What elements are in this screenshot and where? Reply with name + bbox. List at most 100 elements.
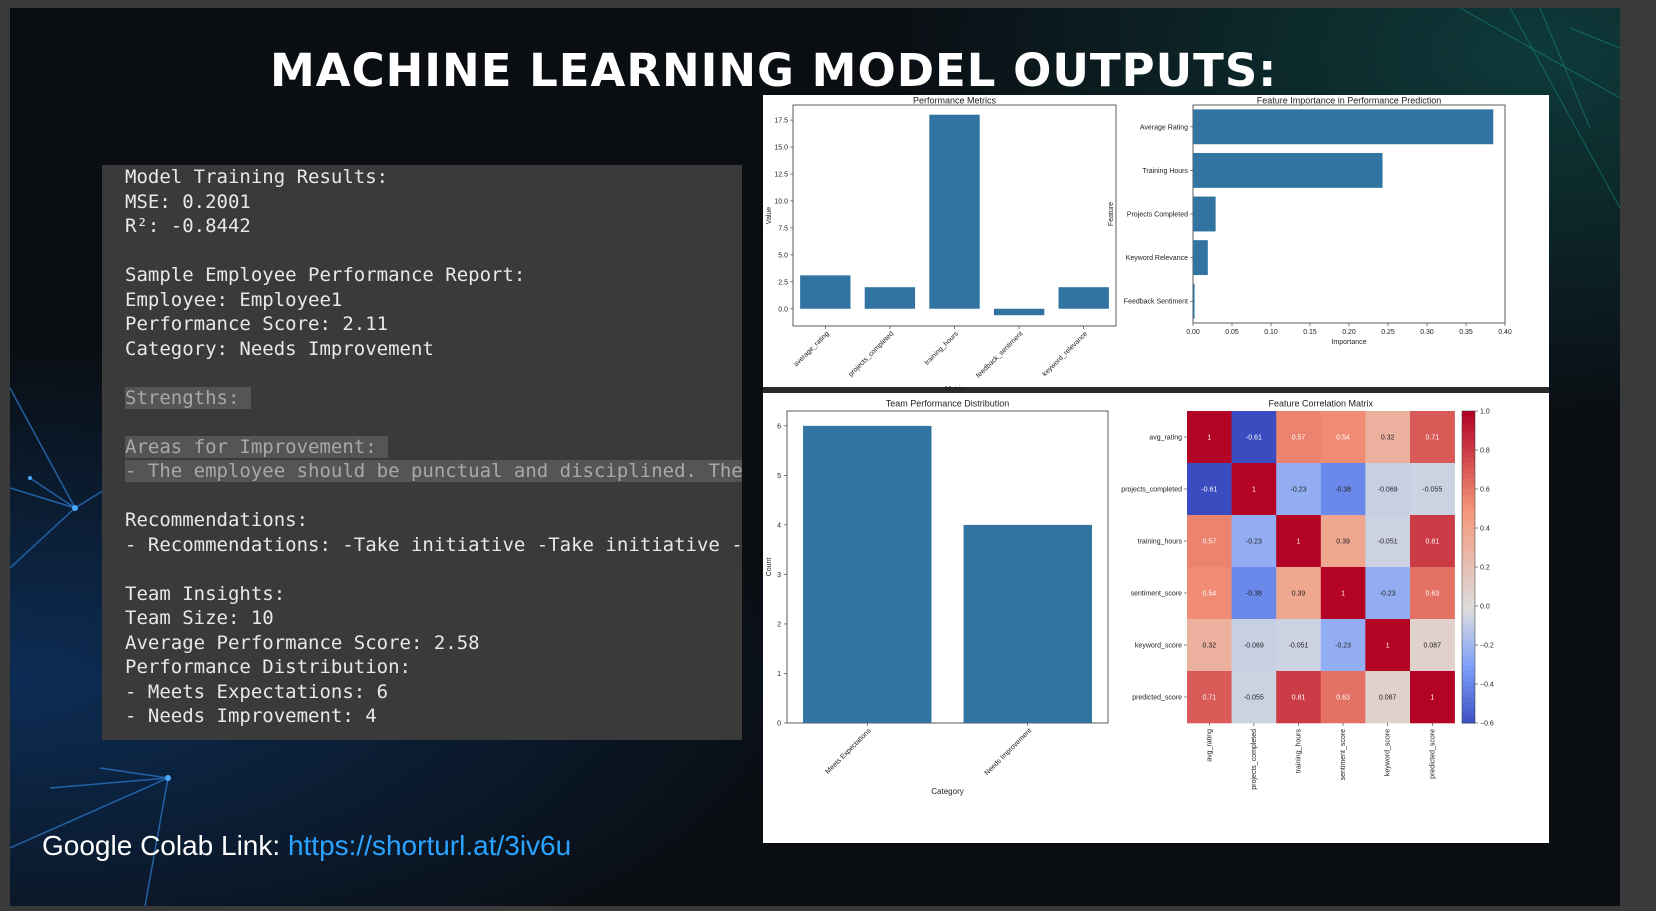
cell-value: 0.32 bbox=[1202, 643, 1216, 650]
colorbar-segment bbox=[1462, 489, 1475, 495]
cell-value: 0.087 bbox=[1379, 695, 1397, 702]
colorbar-segment bbox=[1462, 660, 1475, 667]
colorbar-segment bbox=[1462, 468, 1475, 474]
colorbar-segment bbox=[1462, 525, 1475, 532]
cell-value: -0.38 bbox=[1335, 487, 1351, 494]
cell-value: 0.32 bbox=[1381, 435, 1395, 442]
x-tick-label: 0.40 bbox=[1498, 329, 1512, 336]
console-line: Strengths: bbox=[125, 386, 251, 409]
colorbar-segment bbox=[1462, 551, 1475, 558]
colorbar-segment bbox=[1462, 608, 1475, 615]
colorbar-segment bbox=[1462, 426, 1475, 433]
chart-title: Performance Metrics bbox=[913, 95, 997, 105]
x-axis-label: Category bbox=[931, 787, 963, 796]
y-tick-label: Average Rating bbox=[1140, 124, 1188, 131]
colorbar-segment bbox=[1462, 681, 1475, 688]
y-axis-label: Feature bbox=[1108, 202, 1115, 226]
slide-title: MACHINE LEARNING MODEL OUTPUTS: bbox=[270, 44, 1278, 97]
bar bbox=[1193, 152, 1383, 188]
x-tick-label: sentiment_score bbox=[1340, 729, 1347, 780]
cell-value: -0.051 bbox=[1289, 643, 1309, 650]
x-tick-label: training_hours bbox=[1296, 729, 1303, 774]
colorbar-tick-label: 0.0 bbox=[1480, 604, 1490, 611]
cell-value: 0.71 bbox=[1202, 695, 1216, 702]
colorbar-tick-label: 1.0 bbox=[1480, 409, 1490, 416]
chart-title: Feature Importance in Performance Predic… bbox=[1257, 95, 1442, 105]
x-tick-label: Needs Improvement bbox=[984, 727, 1034, 777]
y-tick-label: sentiment_score bbox=[1131, 591, 1182, 598]
colorbar-segment bbox=[1462, 546, 1475, 552]
y-tick-label: 3 bbox=[777, 572, 781, 579]
colorbar-segment bbox=[1462, 499, 1475, 506]
chart-title: Team Performance Distribution bbox=[886, 398, 1010, 408]
colorbar-tick-label: −0.4 bbox=[1480, 682, 1494, 689]
colorbar-tick-label: −0.6 bbox=[1480, 721, 1494, 728]
cell-value: 1 bbox=[1252, 487, 1256, 494]
console-line: MSE: 0.2001 bbox=[125, 190, 251, 213]
console-line: Performance Score: 2.11 bbox=[125, 313, 389, 335]
cell-value: -0.055 bbox=[1244, 695, 1264, 702]
y-tick-label: 4 bbox=[777, 522, 781, 529]
cell-value: 1 bbox=[1297, 539, 1301, 546]
y-tick-label: training_hours bbox=[1138, 539, 1183, 546]
cell-value: 1 bbox=[1430, 695, 1434, 702]
bar bbox=[929, 114, 980, 309]
console-line: Team Insights: bbox=[125, 582, 286, 605]
cell-value: -0.61 bbox=[1201, 487, 1217, 494]
figure-separator bbox=[763, 387, 1549, 393]
colorbar-segment bbox=[1462, 411, 1475, 417]
x-tick-label: avg_rating bbox=[1206, 729, 1213, 762]
colorbar-segment bbox=[1462, 634, 1475, 641]
x-tick-label: 0.35 bbox=[1459, 329, 1473, 336]
y-tick-label: projects_completed bbox=[1121, 487, 1182, 494]
colorbar-segment bbox=[1462, 582, 1475, 589]
cell-value: 0.39 bbox=[1336, 539, 1350, 546]
colab-link[interactable]: https://shorturl.at/3iv6u bbox=[288, 830, 571, 861]
colorbar-segment bbox=[1462, 712, 1475, 719]
colorbar-segment bbox=[1462, 697, 1475, 703]
colorbar-segment bbox=[1462, 494, 1475, 500]
x-tick-label: 0.30 bbox=[1420, 329, 1434, 336]
console-line: - Recommendations: -Take initiative -Tak… bbox=[125, 533, 742, 556]
colorbar-segment bbox=[1462, 619, 1475, 625]
colorbar-tick-label: 0.6 bbox=[1480, 487, 1490, 494]
colorbar-segment bbox=[1462, 650, 1475, 656]
colorbar-segment bbox=[1462, 629, 1475, 636]
cell-value: 0.71 bbox=[1425, 435, 1439, 442]
charts-canvas: Performance Metrics0.02.55.07.510.012.51… bbox=[763, 95, 1549, 796]
y-tick-label: 0 bbox=[777, 721, 781, 728]
x-tick-label: keyword_score bbox=[1385, 729, 1392, 776]
colorbar-segment bbox=[1462, 442, 1475, 448]
x-tick-label: 0.20 bbox=[1342, 329, 1356, 336]
colorbar-segment bbox=[1462, 483, 1475, 490]
y-tick-label: Training Hours bbox=[1142, 168, 1188, 175]
y-tick-label: avg_rating bbox=[1149, 435, 1182, 442]
y-tick-label: 12.5 bbox=[774, 171, 788, 178]
cell-value: 0.63 bbox=[1425, 591, 1439, 598]
colorbar-segment bbox=[1462, 603, 1475, 610]
console-output: Model Training Results: MSE: 0.2001 R²: -0… bbox=[102, 165, 742, 740]
bar bbox=[1193, 240, 1208, 276]
console-line: Areas for Improvement: bbox=[125, 435, 389, 458]
colorbar-segment bbox=[1462, 452, 1475, 459]
y-tick-label: 5 bbox=[777, 473, 781, 480]
cell-value: 0.087 bbox=[1424, 643, 1442, 650]
bar bbox=[1193, 283, 1195, 319]
colab-label: Google Colab Link: bbox=[42, 830, 288, 861]
colorbar-segment bbox=[1462, 421, 1475, 428]
bar bbox=[1193, 109, 1494, 145]
colorbar-segment bbox=[1462, 473, 1475, 480]
colorbar-segment bbox=[1462, 645, 1475, 651]
colorbar-segment bbox=[1462, 702, 1475, 708]
bar bbox=[1058, 287, 1109, 309]
y-tick-label: 6 bbox=[777, 423, 781, 430]
bar bbox=[993, 308, 1045, 316]
colorbar-segment bbox=[1462, 509, 1475, 516]
y-tick-label: 1 bbox=[777, 671, 781, 678]
console-line: - Needs Improvement: 4 bbox=[125, 705, 377, 727]
cell-value: -0.38 bbox=[1246, 591, 1262, 598]
colorbar-segment bbox=[1462, 530, 1475, 537]
y-tick-label: 2.5 bbox=[778, 279, 788, 286]
chart-title: Feature Correlation Matrix bbox=[1269, 398, 1374, 408]
x-tick-label: projects_completed bbox=[847, 330, 895, 378]
